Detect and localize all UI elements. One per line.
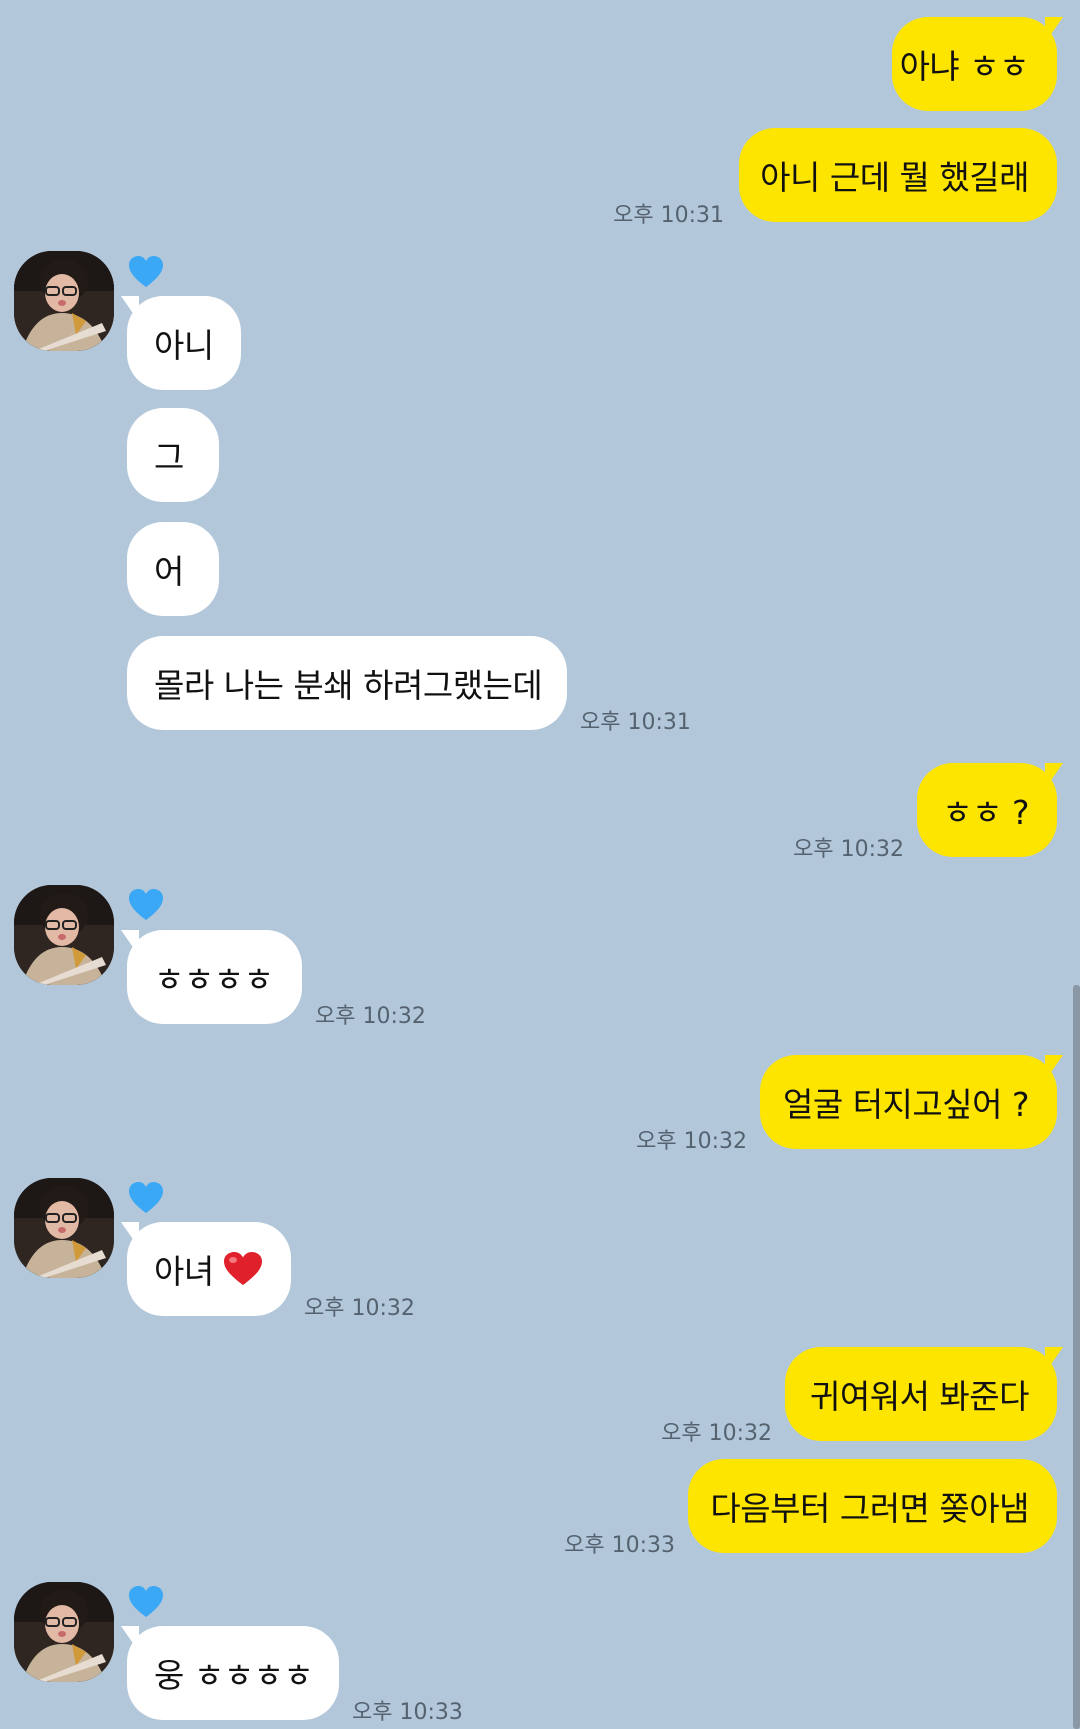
message-text: ㅎㅎㅎㅎ	[154, 960, 274, 999]
message-text: 아니	[154, 326, 214, 365]
sender-avatar[interactable]	[14, 1582, 114, 1682]
outgoing-message-bubble[interactable]: ㅎㅎ ?	[917, 763, 1063, 857]
message-text: 어	[154, 552, 184, 591]
message-timestamp: 오후 10:32	[661, 1421, 772, 1446]
outgoing-message-bubble[interactable]: 귀여워서 봐준다	[785, 1347, 1063, 1441]
incoming-message-bubble[interactable]: 웅 ㅎㅎㅎㅎ	[121, 1626, 339, 1720]
sender-avatar[interactable]	[14, 251, 114, 351]
avatar-photo	[14, 251, 114, 351]
sender-avatar[interactable]	[14, 1178, 114, 1278]
incoming-message-bubble[interactable]: 아니	[121, 296, 241, 390]
message-timestamp: 오후 10:33	[352, 1700, 463, 1725]
message-text: 얼굴 터지고싶어 ?	[782, 1085, 1030, 1124]
message-timestamp: 오후 10:32	[793, 837, 904, 862]
blue-heart-icon	[127, 254, 165, 290]
avatar-photo	[14, 1178, 114, 1278]
message-timestamp: 오후 10:32	[304, 1296, 415, 1321]
message-text: 아냐 ㅎㅎ	[899, 47, 1030, 86]
blue-heart-icon	[127, 1180, 165, 1216]
message-timestamp: 오후 10:33	[564, 1533, 675, 1558]
message-timestamp: 오후 10:32	[315, 1004, 426, 1029]
message-text: ㅎㅎ ?	[942, 793, 1029, 832]
avatar-photo	[14, 1582, 114, 1682]
incoming-message-bubble[interactable]: ㅎㅎㅎㅎ	[121, 930, 302, 1024]
message-timestamp: 오후 10:32	[636, 1129, 747, 1154]
message-text: 아니 근데 뭘 했길래	[760, 158, 1029, 197]
message-timestamp: 오후 10:31	[580, 710, 691, 735]
message-text: 아녀	[154, 1252, 214, 1291]
incoming-message-bubble[interactable]: 그	[127, 408, 219, 502]
outgoing-message-bubble[interactable]: 다음부터 그러면 쫒아냄	[688, 1459, 1057, 1553]
message-timestamp: 오후 10:31	[613, 203, 724, 228]
outgoing-message-bubble[interactable]: 얼굴 터지고싶어 ?	[760, 1055, 1063, 1149]
sender-avatar[interactable]	[14, 885, 114, 985]
incoming-message-bubble[interactable]: 어	[127, 522, 219, 616]
message-text: 웅 ㅎㅎㅎㅎ	[154, 1656, 314, 1695]
blue-heart-icon	[127, 887, 165, 923]
incoming-message-bubble[interactable]: 몰라 나는 분쇄 하려그랬는데	[127, 636, 567, 730]
outgoing-message-bubble[interactable]: 아냐 ㅎㅎ	[892, 17, 1063, 111]
message-text: 다음부터 그러면 쫒아냄	[710, 1489, 1029, 1528]
red-heart-icon	[222, 1250, 264, 1288]
outgoing-message-bubble[interactable]: 아니 근데 뭘 했길래	[739, 128, 1057, 222]
message-text: 그	[154, 438, 184, 477]
incoming-message-bubble[interactable]: 아녀	[121, 1222, 291, 1316]
message-text: 귀여워서 봐준다	[809, 1377, 1030, 1416]
scrollbar[interactable]	[1073, 985, 1080, 1729]
blue-heart-icon	[127, 1584, 165, 1620]
avatar-photo	[14, 885, 114, 985]
message-text: 몰라 나는 분쇄 하려그랬는데	[154, 666, 543, 705]
chat-area[interactable]: 아냐 ㅎㅎ 아니 근데 뭘 했길래 오후 10:31 아니 그 어 몰라 나는 …	[0, 0, 1080, 1729]
